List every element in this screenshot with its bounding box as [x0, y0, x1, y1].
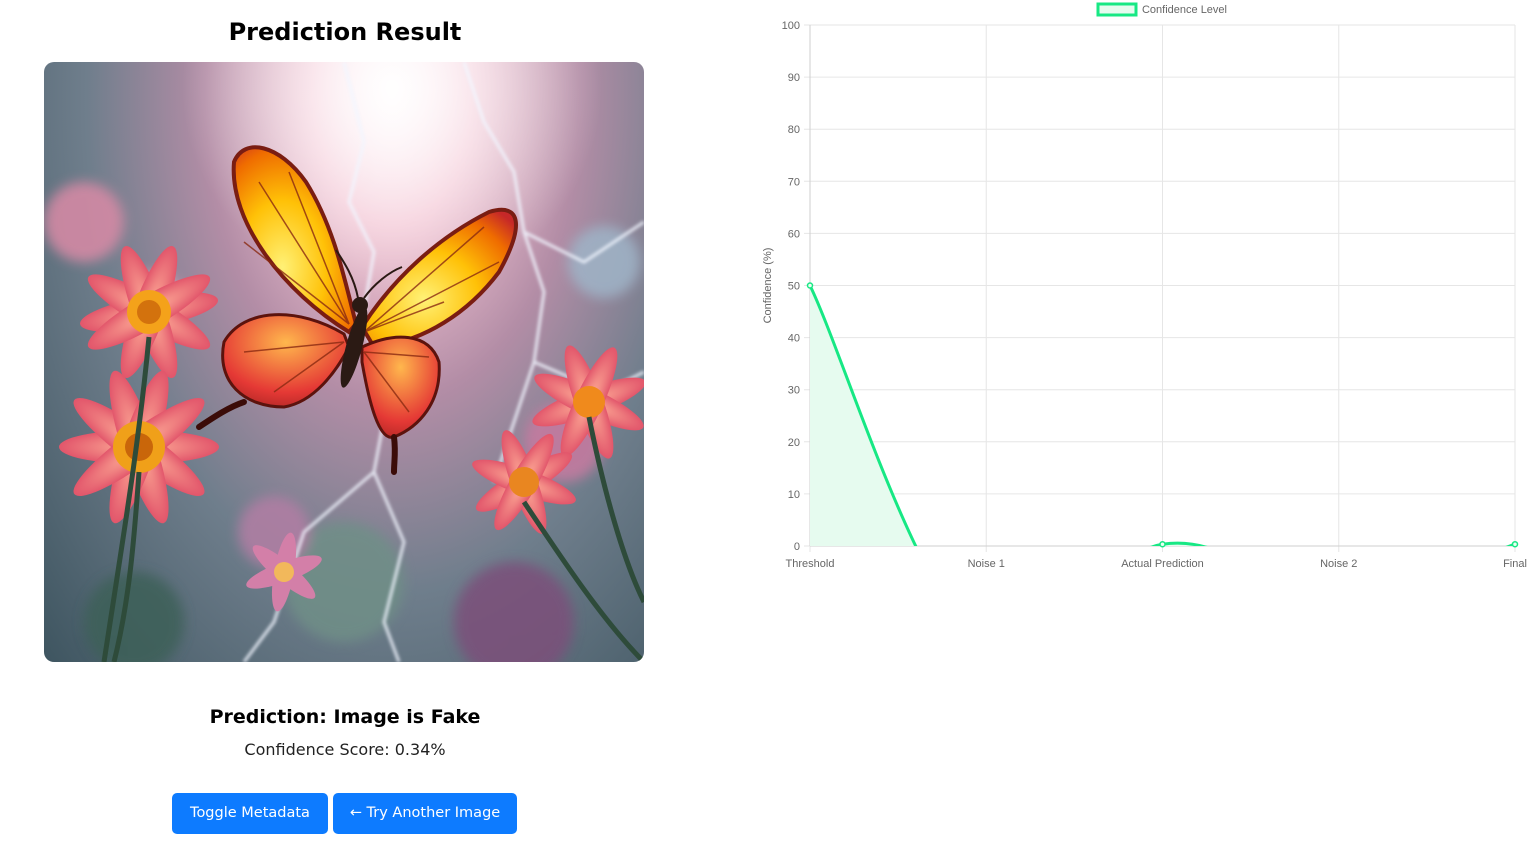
confidence-score: Confidence Score: 0.34% — [244, 740, 446, 759]
data-point[interactable] — [1159, 540, 1166, 548]
butterfly-image-illustration — [44, 62, 644, 662]
result-panel: Prediction Result Prediction: Image is F… — [0, 0, 690, 848]
y-tick-label: 60 — [788, 228, 800, 240]
y-tick-label: 90 — [788, 72, 800, 84]
data-point[interactable] — [806, 282, 814, 289]
legend-label: Confidence Level — [1142, 4, 1227, 16]
y-tick-label: 30 — [788, 385, 800, 397]
y-tick-label: 80 — [788, 124, 800, 136]
y-tick-label: 10 — [788, 489, 800, 501]
y-tick-label: 100 — [782, 20, 800, 32]
data-point[interactable] — [1511, 540, 1519, 548]
try-another-image-button[interactable]: ← Try Another Image — [333, 793, 517, 834]
x-tick-label: Actual Prediction — [1121, 558, 1204, 570]
chart-grid — [804, 24, 1516, 552]
y-axis-ticks: 0 10 20 30 40 50 60 70 80 90 100 — [782, 20, 800, 553]
legend-swatch — [1096, 2, 1138, 17]
x-tick-label: Final — [1503, 558, 1527, 570]
confidence-chart-svg: Confidence Level 0102030405060708090100 … — [762, 2, 1527, 570]
toggle-metadata-button[interactable]: Toggle Metadata — [172, 793, 328, 834]
prediction-label: Prediction: Image is Fake — [209, 706, 481, 728]
y-tick-label: 0 — [794, 541, 800, 553]
y-tick-label: 40 — [788, 333, 800, 345]
y-tick-label: 20 — [788, 437, 800, 449]
uploaded-image — [44, 62, 644, 662]
y-axis-title: Confidence (%) — [762, 248, 774, 324]
chart-legend[interactable]: Confidence Level — [1096, 2, 1227, 17]
y-tick-label: 70 — [788, 176, 800, 188]
confidence-chart: Confidence Level 0 10 20 30 40 50 60 70 80 90 100 … — [755, 0, 1535, 580]
y-tick-label: 50 — [788, 281, 800, 293]
x-tick-label: Threshold — [786, 558, 835, 570]
x-tick-label: Noise 1 — [968, 558, 1005, 570]
page-title: Prediction Result — [228, 18, 462, 46]
x-tick-label: Noise 2 — [1320, 558, 1357, 570]
x-axis-ticks: Threshold Noise 1 Actual Prediction Noise 2… — [786, 558, 1527, 570]
